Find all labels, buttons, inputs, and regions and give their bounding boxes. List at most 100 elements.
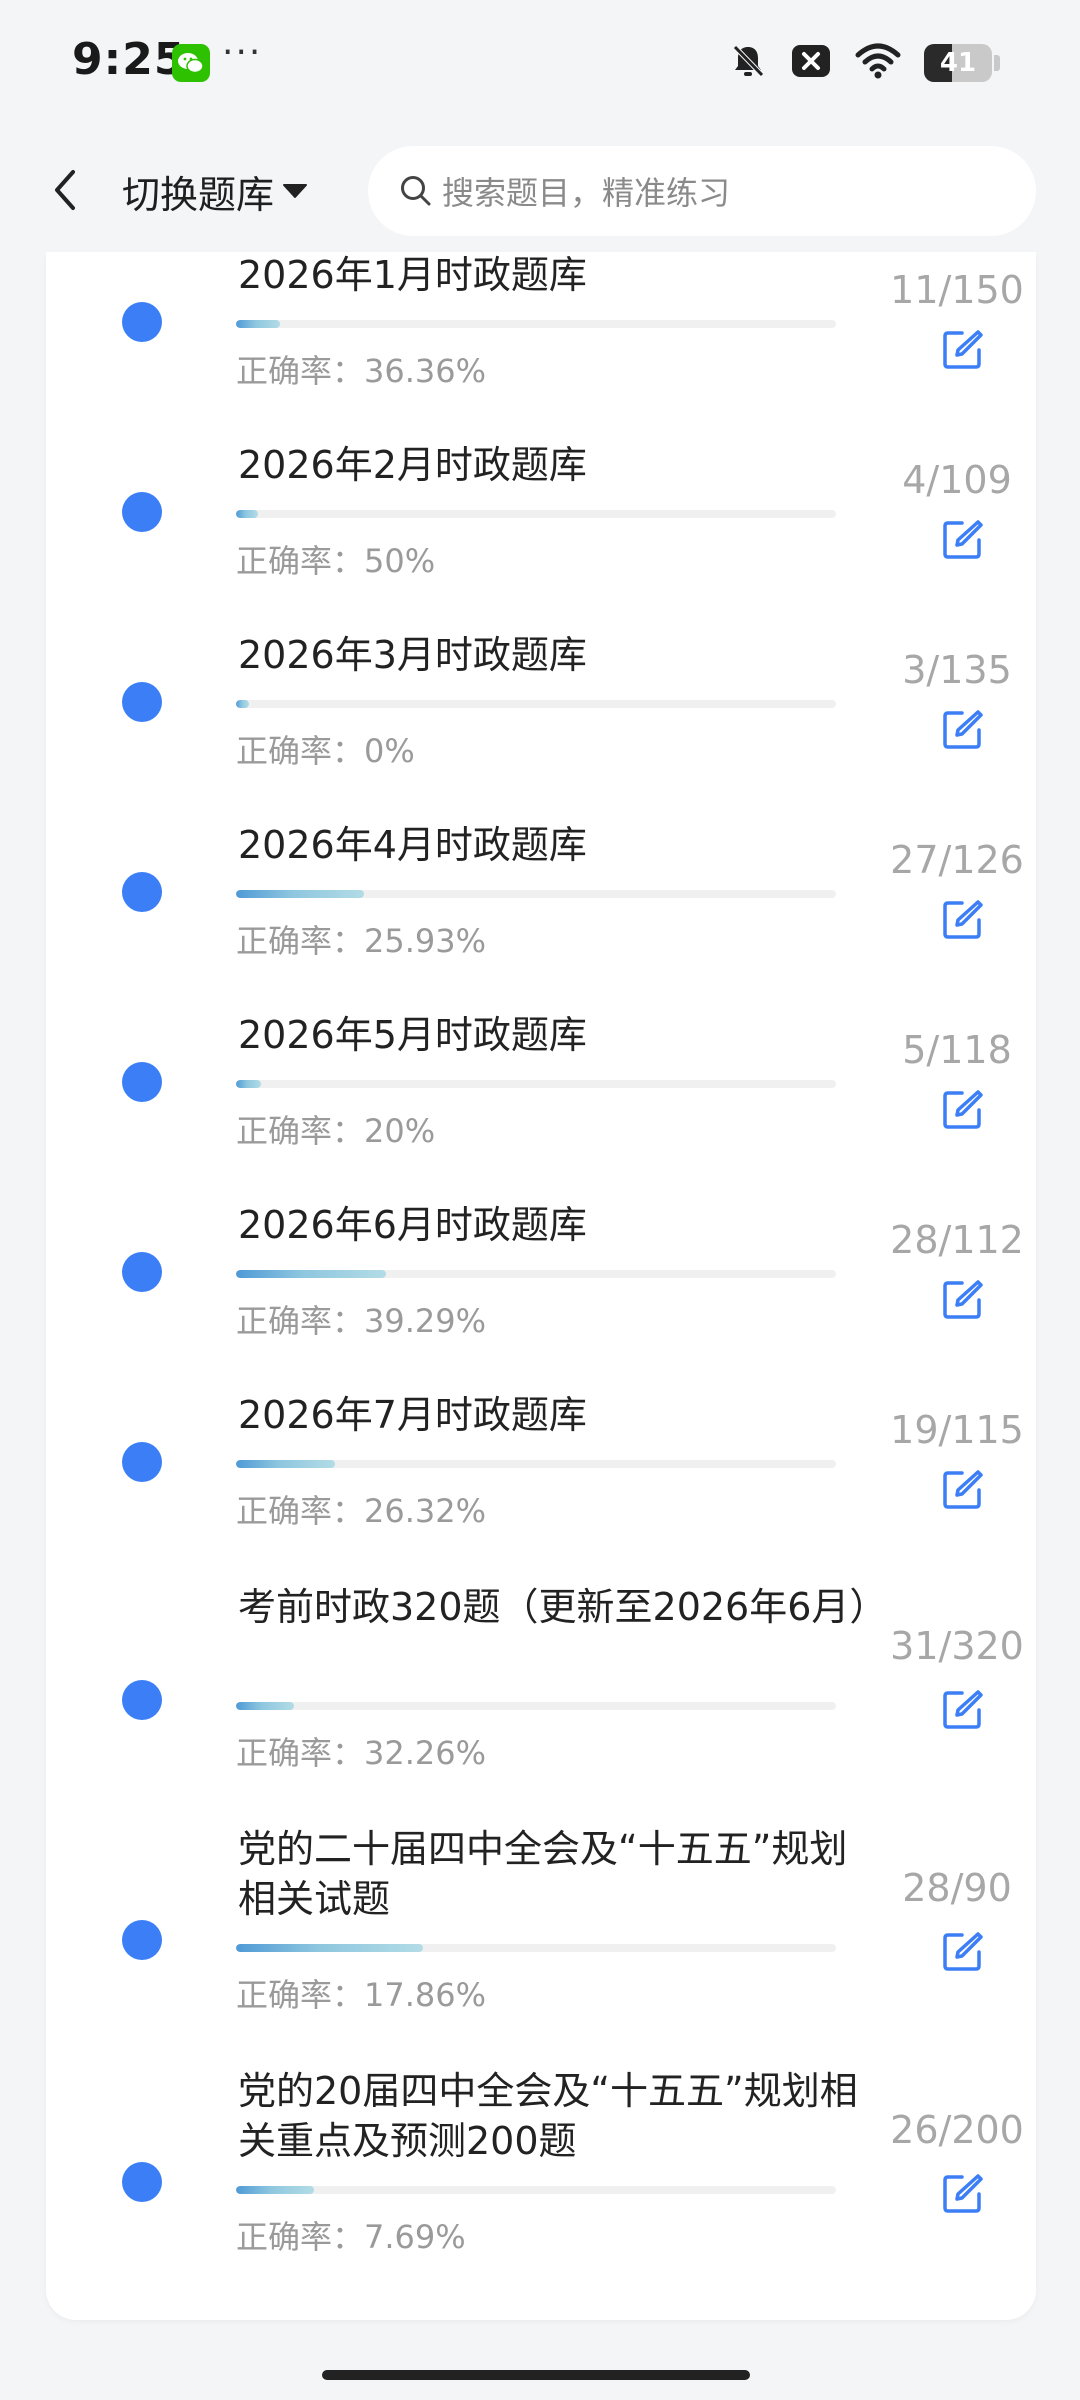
item-title: 2026年4月时政题库 — [238, 823, 587, 867]
practice-button[interactable] — [912, 1678, 1012, 1742]
status-dot — [122, 1920, 162, 1960]
question-bank-list: 2026年1月时政题库 正确率：36.36% 11/150 2026年2月时政题… — [46, 252, 1036, 2320]
practice-button[interactable] — [912, 1268, 1012, 1332]
list-item[interactable]: 2026年2月时政题库 正确率：50% 4/109 — [46, 442, 1036, 632]
edit-icon — [943, 710, 983, 749]
progress-track — [236, 1944, 836, 1952]
accuracy-text: 正确率：25.93% — [236, 922, 487, 960]
answered-count: 4/109 — [902, 458, 1012, 502]
item-title: 2026年2月时政题库 — [238, 443, 587, 487]
sim-blocked-icon — [790, 41, 832, 85]
battery-icon: 41 — [924, 44, 992, 82]
status-dot — [122, 872, 162, 912]
item-title: 2026年5月时政题库 — [238, 1013, 587, 1057]
answered-count: 5/118 — [902, 1028, 1012, 1072]
status-dot — [122, 1680, 162, 1720]
search-icon — [398, 173, 434, 209]
progress-fill — [236, 510, 259, 518]
list-item[interactable]: 2026年5月时政题库 正确率：20% 5/118 — [46, 1012, 1036, 1202]
progress-fill — [236, 2186, 314, 2194]
edit-icon — [943, 1280, 983, 1319]
edit-icon — [943, 2174, 983, 2213]
status-icons: 41 — [728, 42, 1000, 84]
progress-fill — [236, 320, 280, 328]
list-item[interactable]: 2026年1月时政题库 正确率：36.36% 11/150 — [46, 252, 1036, 442]
screen: 9:25 ··· 41 切换题库 搜索题目，精准练习 2026年1月时政题库 正… — [0, 0, 1080, 2400]
progress-track — [236, 700, 836, 708]
practice-button[interactable] — [912, 318, 1012, 382]
answered-count: 28/90 — [902, 1866, 1012, 1910]
progress-track — [236, 1080, 836, 1088]
status-dot — [122, 1252, 162, 1292]
back-button[interactable] — [40, 158, 88, 222]
practice-button[interactable] — [912, 698, 1012, 762]
status-dot — [122, 2162, 162, 2202]
header: 切换题库 搜索题目，精准练习 — [0, 130, 1080, 252]
status-bar: 9:25 ··· 41 — [0, 0, 1080, 130]
switch-question-bank-button[interactable]: 切换题库 — [122, 160, 308, 222]
battery-cap — [994, 55, 1000, 71]
edit-icon — [943, 1932, 983, 1971]
progress-track — [236, 1270, 836, 1278]
progress-fill — [236, 1702, 295, 1710]
practice-button[interactable] — [912, 2162, 1012, 2226]
search-input[interactable]: 搜索题目，精准练习 — [368, 146, 1036, 236]
battery-level: 41 — [939, 48, 977, 78]
status-time: 9:25 — [72, 34, 186, 85]
answered-count: 31/320 — [890, 1624, 1024, 1668]
progress-track — [236, 890, 836, 898]
accuracy-text: 正确率：39.29% — [236, 1302, 487, 1340]
accuracy-text: 正确率：7.69% — [236, 2218, 466, 2256]
status-dot — [122, 1062, 162, 1102]
edit-icon — [943, 900, 983, 939]
practice-button[interactable] — [912, 888, 1012, 952]
list-item[interactable]: 党的20届四中全会及“十五五”规划相关重点及预测200题 正确率：7.69% 2… — [46, 2064, 1036, 2306]
accuracy-text: 正确率：36.36% — [236, 352, 487, 390]
practice-button[interactable] — [912, 1920, 1012, 1984]
practice-button[interactable] — [912, 508, 1012, 572]
practice-button[interactable] — [912, 1078, 1012, 1142]
accuracy-text: 正确率：32.26% — [236, 1734, 487, 1772]
edit-icon — [943, 1470, 983, 1509]
accuracy-text: 正确率：17.86% — [236, 1976, 487, 2014]
item-title: 2026年7月时政题库 — [238, 1393, 587, 1437]
list-item[interactable]: 2026年6月时政题库 正确率：39.29% 28/112 — [46, 1202, 1036, 1392]
progress-track — [236, 1702, 836, 1710]
caret-down-icon — [283, 184, 308, 198]
wifi-icon — [854, 41, 902, 85]
progress-fill — [236, 1460, 335, 1468]
item-title: 2026年3月时政题库 — [238, 633, 587, 677]
progress-fill — [236, 1944, 423, 1952]
answered-count: 11/150 — [890, 268, 1024, 312]
home-indicator[interactable] — [322, 2370, 750, 2380]
accuracy-text: 正确率：26.32% — [236, 1492, 487, 1530]
edit-icon — [943, 520, 983, 559]
item-title: 2026年6月时政题库 — [238, 1203, 587, 1247]
chevron-left-icon — [55, 170, 75, 210]
list-item[interactable]: 2026年4月时政题库 正确率：25.93% 27/126 — [46, 822, 1036, 1012]
progress-fill — [236, 890, 365, 898]
answered-count: 28/112 — [890, 1218, 1024, 1262]
item-title: 考前时政320题（更新至2026年6月） — [238, 1585, 888, 1629]
status-dot — [122, 302, 162, 342]
progress-track — [236, 320, 836, 328]
list-item[interactable]: 2026年7月时政题库 正确率：26.32% 19/115 — [46, 1392, 1036, 1582]
progress-track — [236, 1460, 836, 1468]
status-dot — [122, 682, 162, 722]
edit-icon — [943, 1690, 983, 1729]
progress-fill — [236, 700, 250, 708]
accuracy-text: 正确率：20% — [236, 1112, 436, 1150]
progress-fill — [236, 1080, 262, 1088]
edit-icon — [943, 1090, 983, 1129]
status-dot — [122, 1442, 162, 1482]
list-item[interactable]: 考前时政320题（更新至2026年6月） 正确率：32.26% 31/320 — [46, 1582, 1036, 1822]
edit-icon — [943, 330, 983, 369]
list-item[interactable]: 党的二十届四中全会及“十五五”规划相关试题 正确率：17.86% 28/90 — [46, 1822, 1036, 2064]
item-title: 党的二十届四中全会及“十五五”规划相关试题 — [238, 1827, 848, 1921]
answered-count: 3/135 — [902, 648, 1012, 692]
progress-track — [236, 510, 836, 518]
practice-button[interactable] — [912, 1458, 1012, 1522]
item-title: 党的20届四中全会及“十五五”规划相关重点及预测200题 — [238, 2069, 858, 2163]
list-item[interactable]: 2026年3月时政题库 正确率：0% 3/135 — [46, 632, 1036, 822]
accuracy-text: 正确率：0% — [236, 732, 415, 770]
